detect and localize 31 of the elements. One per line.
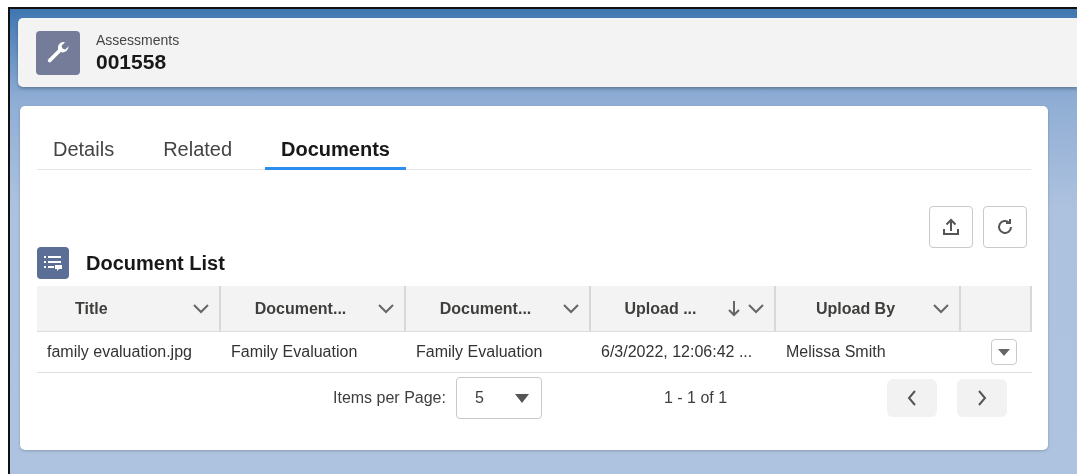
chevron-down-icon <box>378 303 394 314</box>
refresh-icon <box>996 218 1014 236</box>
sort-arrow-icon[interactable] <box>728 300 740 317</box>
chevron-down-icon <box>748 303 764 314</box>
row-menu-button[interactable] <box>991 339 1017 365</box>
tab[interactable]: Details <box>37 120 131 170</box>
page-size-select[interactable]: 5 <box>455 377 542 419</box>
chevron-left-icon <box>907 390 918 406</box>
page-range: 1 - 1 of 1 <box>663 389 728 407</box>
chevron-down-icon <box>193 303 209 314</box>
wrench-icon <box>36 30 80 75</box>
upload-button[interactable] <box>929 206 973 248</box>
table-cell: family evaluation.jpg <box>37 331 221 373</box>
refresh-button[interactable] <box>983 206 1027 248</box>
chevron-down-icon <box>933 303 949 314</box>
table-cell: Family Evaluation <box>221 331 406 373</box>
caret-icon <box>998 348 1010 356</box>
tab[interactable]: Documents <box>265 120 406 170</box>
record-name: 001558 <box>96 49 168 74</box>
object-label: Assessments <box>96 31 180 48</box>
list-icon <box>37 247 69 279</box>
upload-icon <box>942 218 960 236</box>
table-cell: 6/3/2022, 12:06:42 ... <box>591 331 776 373</box>
table-cell: Melissa Smith <box>776 331 961 373</box>
chevron-down-icon <box>563 303 579 314</box>
section-title: Document List <box>86 251 225 275</box>
chevron-right-icon <box>977 390 988 406</box>
caret-icon <box>514 393 529 403</box>
table-cell: Family Evaluation <box>406 331 591 373</box>
items-per-page-label: Items per Page: <box>333 389 446 407</box>
tab[interactable]: Related <box>147 120 249 170</box>
